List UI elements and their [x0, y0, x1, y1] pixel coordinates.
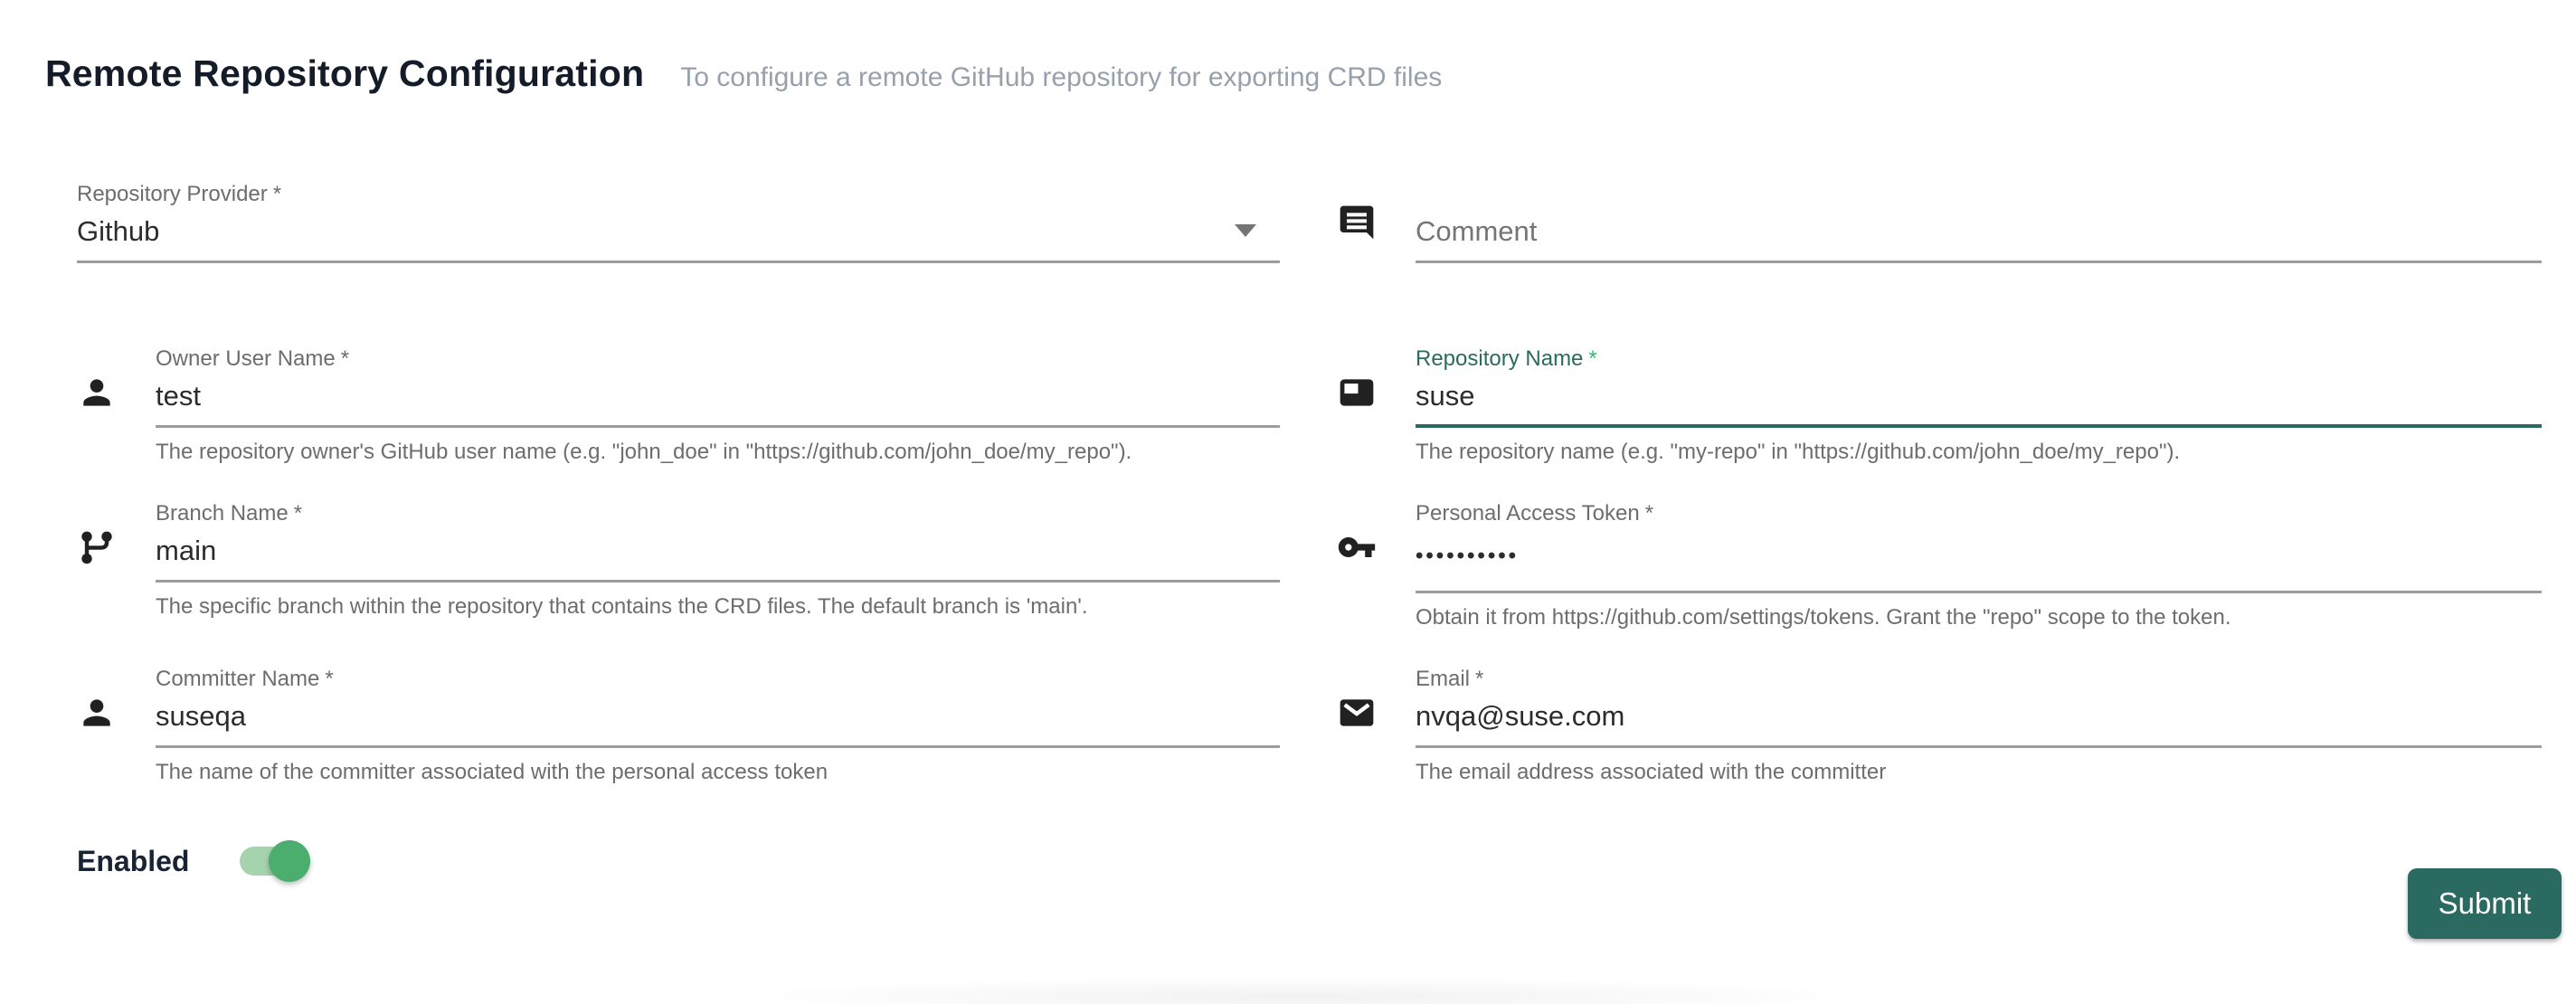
- branch-name-input[interactable]: [156, 535, 1280, 583]
- committer-name-label: Committer Name*: [156, 666, 1280, 693]
- person-icon: [77, 693, 117, 733]
- repo-cell: Repository Name* The repository name (e.…: [1337, 346, 2542, 466]
- owner-user-name-input[interactable]: [156, 380, 1280, 428]
- repository-name-field: Repository Name* The repository name (e.…: [1416, 346, 2542, 466]
- email-label-text: Email: [1416, 667, 1470, 691]
- repository-name-label-text: Repository Name: [1416, 346, 1583, 371]
- bottom-card-shadow: [715, 977, 1881, 1004]
- toggle-thumb[interactable]: [269, 840, 310, 882]
- repository-provider-label-text: Repository Provider: [77, 182, 268, 206]
- personal-access-token-helper: Obtain it from https://github.com/settin…: [1416, 604, 2542, 631]
- page-header: Remote Repository Configuration To confi…: [45, 52, 1442, 95]
- email-cell: Email* The email address associated with…: [1337, 666, 2542, 786]
- form-row-provider-comment: Repository Provider* Github: [77, 181, 2542, 263]
- branch-name-label-text: Branch Name: [156, 501, 289, 526]
- required-mark: *: [1645, 501, 1653, 526]
- comment-cell: [1337, 181, 2542, 263]
- owner-cell: Owner User Name* The repository owner's …: [77, 346, 1280, 466]
- personal-access-token-label: Personal Access Token*: [1416, 500, 2542, 527]
- owner-user-name-field: Owner User Name* The repository owner's …: [156, 346, 1280, 466]
- chevron-down-icon[interactable]: [1235, 224, 1256, 237]
- repository-name-input[interactable]: [1416, 380, 2542, 428]
- repository-form: Repository Provider* Github: [77, 181, 2542, 882]
- submit-button[interactable]: Submit: [2408, 868, 2562, 939]
- enabled-row: Enabled: [77, 840, 2542, 882]
- owner-user-name-label: Owner User Name*: [156, 346, 1280, 373]
- provider-cell: Repository Provider* Github: [77, 181, 1280, 263]
- repository-provider-label: Repository Provider*: [77, 181, 1280, 208]
- personal-access-token-label-text: Personal Access Token: [1416, 501, 1640, 526]
- comment-input[interactable]: [1416, 215, 2542, 263]
- owner-user-name-helper: The repository owner's GitHub user name …: [156, 439, 1280, 466]
- repository-provider-value[interactable]: Github: [77, 215, 1280, 263]
- required-mark: *: [1475, 667, 1483, 691]
- personal-access-token-input[interactable]: [1416, 535, 2542, 593]
- enabled-label: Enabled: [77, 845, 240, 878]
- personal-access-token-field: Personal Access Token* Obtain it from ht…: [1416, 500, 2542, 631]
- branch-name-label: Branch Name*: [156, 500, 1280, 527]
- required-mark: *: [294, 501, 302, 526]
- required-mark: *: [325, 667, 333, 691]
- email-label: Email*: [1416, 666, 2542, 693]
- branch-name-helper: The specific branch within the repositor…: [156, 593, 1280, 620]
- git-branch-icon: [77, 527, 117, 567]
- committer-cell: Committer Name* The name of the committe…: [77, 666, 1280, 786]
- email-icon: [1337, 693, 1377, 733]
- repository-name-helper: The repository name (e.g. "my-repo" in "…: [1416, 439, 2542, 466]
- form-row-committer-email: Committer Name* The name of the committe…: [77, 666, 2542, 786]
- owner-user-name-label-text: Owner User Name: [156, 346, 336, 371]
- committer-name-label-text: Committer Name: [156, 667, 319, 691]
- repository-name-label: Repository Name*: [1416, 346, 2542, 373]
- email-input[interactable]: [1416, 700, 2542, 748]
- required-mark: *: [1588, 346, 1596, 371]
- comment-icon: [1337, 203, 1377, 242]
- committer-name-field: Committer Name* The name of the committe…: [156, 666, 1280, 786]
- person-icon: [77, 373, 117, 412]
- comment-field: [1416, 181, 2542, 263]
- required-mark: *: [341, 346, 349, 371]
- committer-name-helper: The name of the committer associated wit…: [156, 759, 1280, 786]
- repository-provider-field: Repository Provider* Github: [77, 181, 1280, 263]
- enabled-toggle[interactable]: [240, 840, 307, 882]
- remote-repository-configuration-page: Remote Repository Configuration To confi…: [0, 0, 2576, 1004]
- comment-label-spacer: [1416, 181, 2542, 215]
- page-title: Remote Repository Configuration: [45, 52, 644, 95]
- branch-name-field: Branch Name* The specific branch within …: [156, 500, 1280, 620]
- email-helper: The email address associated with the co…: [1416, 759, 2542, 786]
- email-field: Email* The email address associated with…: [1416, 666, 2542, 786]
- required-mark: *: [273, 182, 281, 206]
- form-row-branch-token: Branch Name* The specific branch within …: [77, 500, 2542, 631]
- repository-icon: [1337, 373, 1377, 412]
- page-subtitle: To configure a remote GitHub repository …: [680, 62, 1442, 93]
- repository-provider-select[interactable]: Github: [77, 215, 1280, 263]
- committer-name-input[interactable]: [156, 700, 1280, 748]
- branch-cell: Branch Name* The specific branch within …: [77, 500, 1280, 631]
- form-row-owner-repo: Owner User Name* The repository owner's …: [77, 346, 2542, 466]
- token-cell: Personal Access Token* Obtain it from ht…: [1337, 500, 2542, 631]
- key-icon: [1337, 527, 1377, 567]
